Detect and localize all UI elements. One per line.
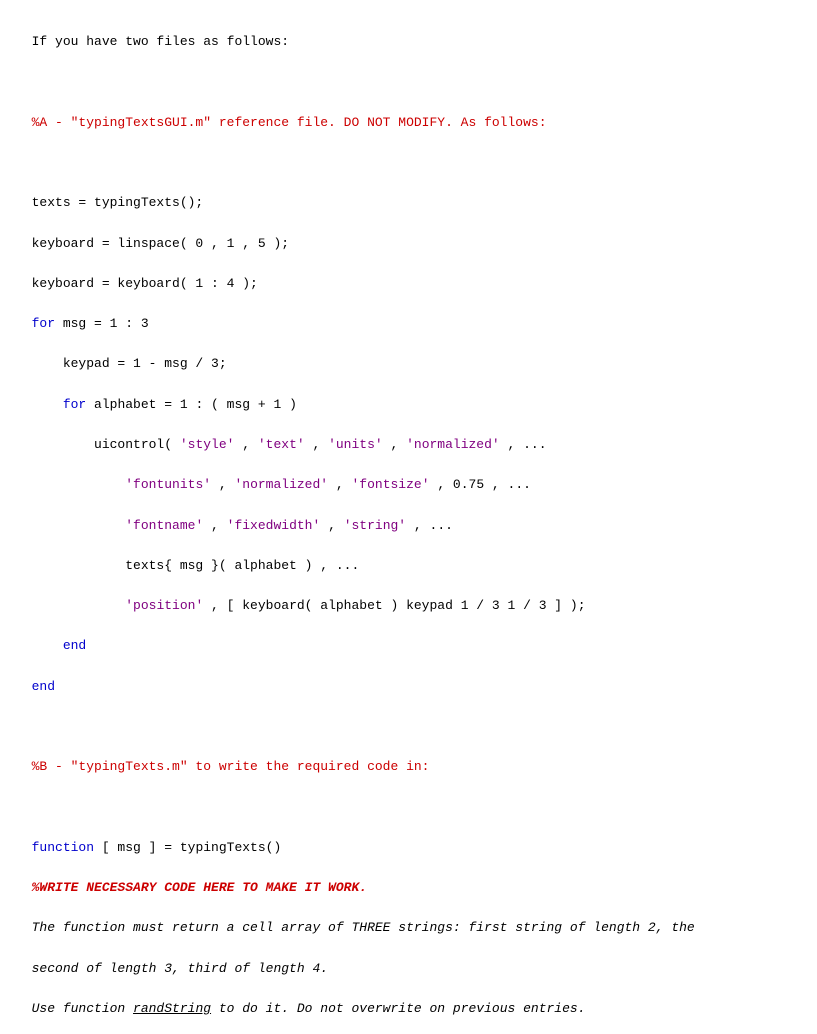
code-comma6: , (320, 518, 343, 533)
code-units-val: 'units' (328, 437, 383, 452)
code-fontunits: 'fontunits' (125, 477, 211, 492)
code-desc3-part1: Use function (32, 1001, 133, 1016)
code-fontsize-val: , 0.75 , ... (430, 477, 531, 492)
code-normalized-val2: 'normalized' (234, 477, 328, 492)
code-desc1: The function must return a cell array of… (32, 920, 695, 935)
code-end2: end (32, 679, 55, 694)
code-cont1: , ... (500, 437, 547, 452)
code-keypad: keypad = 1 - msg / 3; (32, 356, 227, 371)
code-fontname: 'fontname' (125, 518, 203, 533)
code-function-keyword: function (32, 840, 94, 855)
intro-line: If you have two files as follows: (32, 34, 289, 49)
code-cont2: , ... (406, 518, 453, 533)
code-uicontrol4-indent: texts{ msg }( alphabet ) , ... (32, 558, 360, 573)
section-b-header: %B - "typingTexts.m" to write the requir… (32, 759, 430, 774)
code-for1-rest: msg = 1 : 3 (55, 316, 149, 331)
code-texts: texts = typingTexts(); (32, 195, 204, 210)
code-uicontrol1: uicontrol( (32, 437, 180, 452)
code-uicontrol3-indent (32, 518, 126, 533)
code-string-kw: 'string' (344, 518, 406, 533)
code-comma5: , (203, 518, 226, 533)
code-uicontrol2-indent (32, 477, 126, 492)
code-units-kw: , (305, 437, 328, 452)
code-for2-rest: alphabet = 1 : ( msg + 1 ) (86, 397, 297, 412)
code-fontsize: 'fontsize' (352, 477, 430, 492)
code-end1-indent (32, 638, 63, 653)
code-for2-indent (32, 397, 63, 412)
code-desc3-part2: to do it. Do not overwrite on previous e… (211, 1001, 585, 1016)
code-desc3-underline: randString (133, 1001, 211, 1016)
code-position-rest: , [ keyboard( alphabet ) keypad 1 / 3 1 … (203, 598, 585, 613)
code-fixedwidth: 'fixedwidth' (227, 518, 321, 533)
code-comma2: , (383, 437, 406, 452)
code-position: 'position' (125, 598, 203, 613)
code-normalized-val1: 'normalized' (406, 437, 500, 452)
code-for1: for (32, 316, 55, 331)
code-uicontrol5-indent (32, 598, 126, 613)
code-for2-keyword: for (63, 397, 86, 412)
section-a-header: %A - "typingTextsGUI.m" reference file. … (32, 115, 547, 130)
code-comma4: , (328, 477, 351, 492)
code-content: If you have two files as follows: %A - "… (16, 12, 801, 1034)
code-desc2: second of length 3, third of length 4. (32, 961, 328, 976)
code-keyboard1: keyboard = linspace( 0 , 1 , 5 ); (32, 236, 289, 251)
code-style-kw: 'style' (180, 437, 235, 452)
code-write-line: %WRITE NECESSARY CODE HERE TO MAKE IT WO… (32, 880, 367, 895)
code-comma1: , (234, 437, 257, 452)
code-comma3: , (211, 477, 234, 492)
code-function-rest: [ msg ] = typingTexts() (94, 840, 281, 855)
code-end1: end (63, 638, 86, 653)
code-text-val: 'text' (258, 437, 305, 452)
code-keyboard2: keyboard = keyboard( 1 : 4 ); (32, 276, 258, 291)
